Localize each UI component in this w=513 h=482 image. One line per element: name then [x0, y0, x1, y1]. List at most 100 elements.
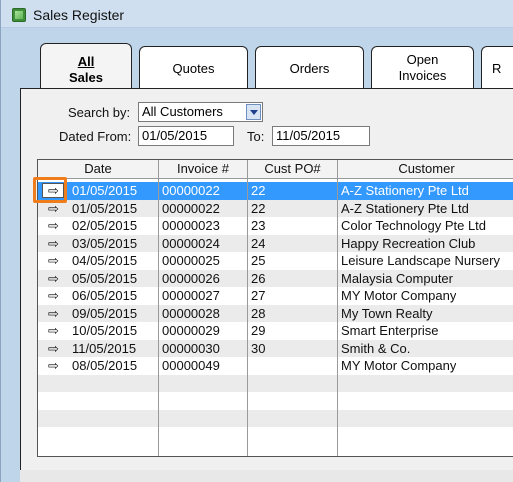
cell-customer: Color Technology Pte Ltd — [341, 218, 487, 233]
cell-invoice: 00000023 — [162, 218, 220, 233]
tab-quotes[interactable]: Quotes — [139, 46, 248, 90]
table-row[interactable]: ⇨ 09/05/2015 00000028 28 My Town Realty — [38, 304, 513, 323]
cell-date: 01/05/2015 — [72, 200, 138, 216]
cell-cust-po: 25 — [251, 253, 266, 268]
cell-customer: A-Z Stationery Pte Ltd — [341, 200, 469, 216]
zoom-arrow-icon[interactable]: ⇨ — [48, 217, 59, 235]
sales-register-window: Sales Register All Sales Quotes Orders O… — [0, 0, 513, 482]
table-row[interactable]: ⇨ 11/05/2015 00000030 30 Smith & Co. — [38, 339, 513, 358]
cell-cust-po: 23 — [251, 218, 266, 233]
table-row[interactable]: ⇨ 10/05/2015 00000029 29 Smart Enterprise — [38, 322, 513, 340]
cell-invoice: 00000030 — [162, 340, 220, 356]
cell-customer: MY Motor Company — [341, 358, 457, 373]
tab-label: R — [492, 61, 502, 76]
cell-invoice: 00000049 — [162, 358, 220, 373]
dated-from-field[interactable]: 01/05/2015 — [138, 126, 234, 146]
cell-cust-po: 28 — [251, 305, 266, 321]
cell-date: 03/05/2015 — [72, 235, 138, 251]
zoom-arrow-icon[interactable]: ⇨ — [48, 252, 59, 270]
dated-to-field[interactable]: 11/05/2015 — [272, 126, 370, 146]
cell-date: 05/05/2015 — [72, 270, 138, 286]
tab-label: Orders — [289, 61, 330, 76]
column-header-invoice[interactable]: Invoice # — [159, 160, 248, 178]
table-row[interactable]: ⇨ 03/05/2015 00000024 24 Happy Recreation Cl… — [38, 234, 513, 253]
cell-cust-po: 30 — [251, 340, 266, 356]
tab-label-line2: Invoices — [398, 68, 447, 83]
dated-to-value: 11/05/2015 — [276, 128, 341, 143]
cell-date: 01/05/2015 — [72, 183, 138, 198]
zoom-arrow-icon[interactable]: ⇨ — [48, 322, 59, 340]
column-header-cust-po[interactable]: Cust PO# — [248, 160, 338, 178]
cell-cust-po: 29 — [251, 323, 266, 338]
bottom-edge — [20, 470, 513, 482]
cell-date: 11/05/2015 — [72, 340, 137, 356]
column-header-date[interactable]: Date — [38, 160, 159, 178]
column-header-customer[interactable]: Customer — [338, 160, 513, 178]
cell-invoice: 00000024 — [162, 235, 220, 251]
to-label: To: — [247, 129, 265, 144]
title-bar: Sales Register — [1, 0, 513, 28]
cell-cust-po: 24 — [251, 235, 266, 251]
zoom-arrow-icon[interactable]: ⇨ — [48, 305, 59, 323]
zoom-arrow-icon[interactable]: ⇨ — [48, 357, 59, 375]
dated-from-label: Dated From: — [59, 129, 132, 144]
tab-label: All — [77, 54, 95, 69]
window-title: Sales Register — [33, 7, 125, 23]
cell-invoice: 00000026 — [162, 270, 220, 286]
selected-row-highlight — [33, 177, 67, 203]
cell-invoice: 00000028 — [162, 305, 220, 321]
cell-cust-po: 22 — [251, 200, 266, 216]
empty-row — [38, 427, 513, 445]
cell-customer: A-Z Stationery Pte Ltd — [341, 183, 469, 198]
cell-invoice: 00000029 — [162, 323, 220, 338]
tab-orders[interactable]: Orders — [255, 46, 364, 90]
tab-all-sales[interactable]: All Sales — [40, 43, 132, 91]
table-row[interactable]: ⇨ 08/05/2015 00000049 MY Motor Company — [38, 357, 513, 375]
cell-customer: MY Motor Company — [341, 288, 457, 303]
table-row[interactable]: ⇨ 06/05/2015 00000027 27 MY Motor Company — [38, 287, 513, 305]
zoom-arrow-icon[interactable]: ⇨ — [48, 270, 59, 288]
sales-table: Date Invoice # Cust PO# Customer ⇨ 01/05/… — [37, 159, 513, 457]
cell-customer: Smart Enterprise — [341, 323, 439, 338]
zoom-arrow-icon[interactable]: ⇨ — [48, 235, 59, 253]
cell-cust-po: 26 — [251, 270, 266, 286]
table-header: Date Invoice # Cust PO# Customer — [38, 160, 513, 179]
cell-customer: Happy Recreation Club — [341, 235, 476, 251]
tab-strip: All Sales Quotes Orders Open Invoices R — [1, 29, 513, 91]
zoom-arrow-icon[interactable]: ⇨ — [48, 340, 59, 358]
cell-customer: Smith & Co. — [341, 340, 411, 356]
tab-label-line2: Sales — [69, 70, 103, 85]
cell-date: 08/05/2015 — [72, 358, 138, 373]
search-by-label: Search by: — [68, 105, 131, 120]
tab-label: Quotes — [172, 61, 215, 76]
chevron-down-icon[interactable] — [246, 104, 261, 120]
cell-invoice: 00000025 — [162, 253, 220, 268]
cell-date: 10/05/2015 — [72, 323, 138, 338]
cell-date: 06/05/2015 — [72, 288, 138, 303]
app-icon — [12, 8, 26, 22]
search-by-dropdown[interactable]: All Customers — [138, 102, 263, 122]
zoom-arrow-icon[interactable]: ⇨ — [48, 287, 59, 305]
cell-date: 02/05/2015 — [72, 218, 138, 233]
table-row[interactable]: ⇨ 05/05/2015 00000026 26 Malaysia Computer — [38, 269, 513, 288]
cell-customer: Leisure Landscape Nursery — [341, 253, 500, 268]
table-row[interactable]: ⇨ 02/05/2015 00000023 23 Color Technology Pt… — [38, 217, 513, 235]
empty-row — [38, 392, 513, 410]
tab-returns[interactable]: R — [481, 46, 513, 90]
cell-customer: Malaysia Computer — [341, 270, 453, 286]
tab-open-invoices[interactable]: Open Invoices — [371, 46, 474, 90]
empty-row — [38, 374, 513, 392]
tab-label: Open — [406, 52, 439, 67]
column-divider — [247, 179, 248, 456]
cell-date: 09/05/2015 — [72, 305, 138, 321]
table-row[interactable]: ⇨ 04/05/2015 00000025 25 Leisure Landscape N… — [38, 252, 513, 270]
cell-invoice: 00000027 — [162, 288, 220, 303]
dated-from-value: 01/05/2015 — [142, 128, 208, 143]
cell-date: 04/05/2015 — [72, 253, 138, 268]
table-row[interactable]: ⇨ 01/05/2015 00000022 22 A-Z Stationery Pte … — [38, 182, 513, 200]
empty-row — [38, 409, 513, 427]
table-row[interactable]: ⇨ 01/05/2015 00000022 22 A-Z Stationery Pte … — [38, 199, 513, 217]
cell-customer: My Town Realty — [341, 305, 433, 321]
cell-invoice: 00000022 — [162, 200, 220, 216]
cell-cust-po: 27 — [251, 288, 266, 303]
